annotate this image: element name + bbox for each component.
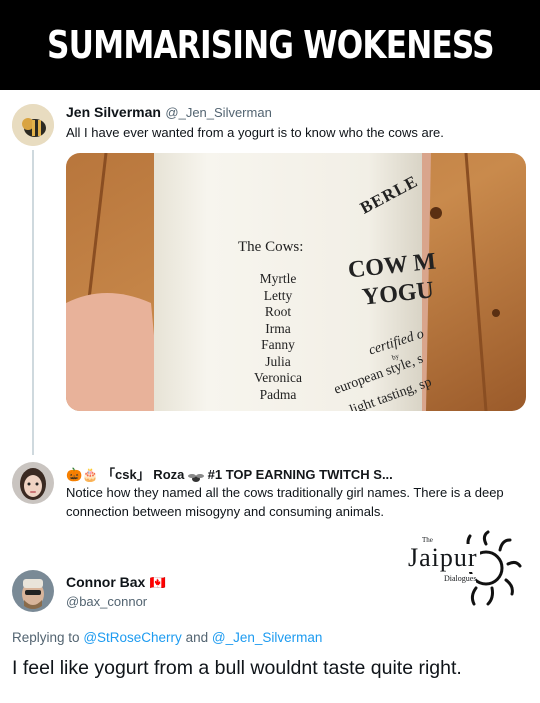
avatar-jen[interactable] (12, 104, 54, 146)
cow-name: Letty (263, 287, 293, 303)
replying-prefix: Replying to (12, 630, 80, 645)
tweet1-author-name[interactable]: Jen Silverman (66, 104, 161, 120)
mention-strosecherry[interactable]: @StRoseCherry (83, 630, 181, 645)
tweet1-header: Jen Silverman @_Jen_Silverman (66, 104, 272, 122)
tweet2-header: 🎃🎂 「csk」 Roza #1 TOP EARNING TWITCH S... (66, 464, 393, 483)
tweet2-emojis: 🎃🎂 (66, 467, 99, 482)
cow-name: Irma (265, 320, 291, 336)
cow-name: Padma (259, 386, 297, 402)
tweet1-author-handle[interactable]: @_Jen_Silverman (165, 105, 271, 120)
replying-and: and (185, 630, 209, 645)
mention-jen-silverman[interactable]: @_Jen_Silverman (212, 630, 323, 645)
tweet1-text: All I have ever wanted from a yogurt is … (66, 125, 444, 140)
tweet3-text: I feel like yogurt from a bull wouldnt t… (12, 657, 462, 679)
tweet2-text: Notice how they named all the cows tradi… (66, 485, 504, 519)
canada-flag-icon: 🇨🇦 (149, 575, 166, 590)
replying-to: Replying to @StRoseCherry and @_Jen_Silv… (12, 630, 322, 645)
fly-icon (188, 471, 204, 482)
logo-main-text: Jaipur (406, 543, 480, 572)
tweet3-header: Connor Bax 🇨🇦 (66, 574, 166, 592)
header-banner: SUMMARISING WOKENESS (0, 0, 540, 90)
avatar-connor[interactable] (12, 570, 54, 612)
banner-title: SUMMARISING WOKENESS (46, 23, 495, 67)
logo-sub-text: Dialogues (444, 574, 477, 583)
bottle-cows-title: The Cows: (238, 239, 304, 255)
jaipur-dialogues-logo: The Jaipur Dialogues (404, 530, 524, 610)
avatar-roza[interactable] (12, 462, 54, 504)
bottle-cows-list: Myrtle Letty Root Irma Fanny Julia Veron… (246, 271, 310, 403)
cow-name: Root (264, 304, 292, 319)
cow-name: Julia (265, 353, 291, 369)
tweet2-author-name[interactable]: 「csk」 Roza (102, 467, 184, 482)
tweet1-photo[interactable]: The Cows: Myrtle Letty Root Irma Fanny J… (66, 153, 526, 411)
tweet2-author-name-suffix[interactable]: #1 TOP EARNING TWITCH S... (208, 467, 393, 482)
thread-connector-line (32, 150, 34, 455)
cow-name: Veronica (254, 370, 302, 385)
tweet3-author-handle[interactable]: @bax_connor (66, 594, 147, 609)
cow-name: Fanny (261, 337, 295, 352)
tweet3-author-name[interactable]: Connor Bax (66, 574, 145, 590)
cow-name: Myrtle (259, 271, 297, 286)
